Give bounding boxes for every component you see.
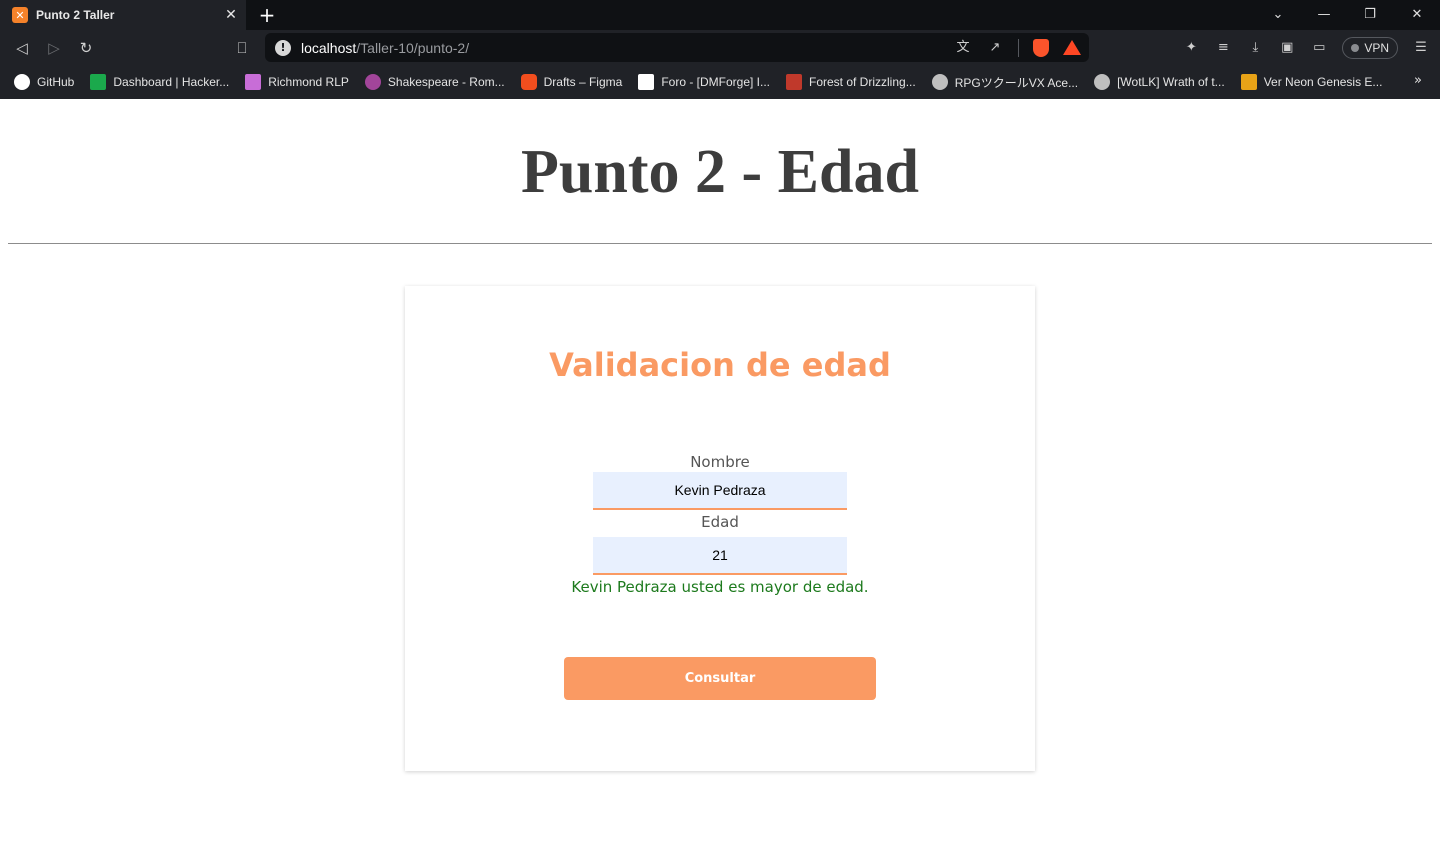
xampp-icon: ✕	[12, 7, 28, 23]
age-input[interactable]	[593, 537, 847, 575]
sidebar-icon[interactable]: ▣	[1278, 39, 1296, 57]
bookmark-item[interactable]: Ver Neon Genesis E...	[1240, 74, 1382, 90]
url-text[interactable]: localhost/Taller-10/punto-2/	[301, 40, 469, 56]
dmforge-icon	[638, 74, 655, 90]
restore-button[interactable]: ❐	[1347, 0, 1393, 30]
menu-icon[interactable]: ☰	[1412, 39, 1430, 57]
tab-title: Punto 2 Taller	[36, 8, 115, 22]
close-window-button[interactable]: ✕	[1394, 0, 1440, 30]
more-bookmarks-icon[interactable]: »	[1414, 73, 1422, 88]
result-message: Kevin Pedraza usted es mayor de edad.	[571, 578, 869, 596]
brave-shields-icon[interactable]	[1033, 38, 1049, 57]
consultar-button[interactable]: Consultar	[564, 657, 876, 700]
bookmark-item[interactable]: Foro - [DMForge] I...	[638, 74, 770, 90]
hackerrank-icon	[90, 74, 107, 90]
playlist-icon[interactable]: ≡	[1214, 39, 1232, 57]
tab-search-icon[interactable]: ⌄	[1255, 0, 1301, 30]
toolbar: ◁ ▷ ↻ ⎕ ! localhost/Taller-10/punto-2/ 文…	[0, 30, 1440, 65]
translate-icon[interactable]: 文	[954, 39, 972, 57]
download-icon[interactable]: ⤓	[1246, 39, 1264, 57]
figma-icon	[520, 74, 537, 90]
wallet-icon[interactable]: ▭	[1310, 39, 1328, 57]
forest-icon	[786, 74, 802, 90]
address-bar[interactable]: ! localhost/Taller-10/punto-2/ 文 ↗	[265, 33, 1089, 62]
name-input[interactable]	[593, 472, 847, 510]
name-label: Nombre	[690, 453, 750, 471]
bookmark-icon[interactable]: ⎕	[231, 37, 253, 59]
share-icon[interactable]: ↗	[986, 39, 1004, 57]
bookmark-item[interactable]: [WotLK] Wrath of t...	[1094, 74, 1225, 90]
bookmark-item[interactable]: Dashboard | Hacker...	[90, 74, 229, 90]
shakespeare-icon	[364, 74, 381, 90]
bookmark-item[interactable]: Forest of Drizzling...	[786, 74, 916, 90]
richmond-icon	[245, 74, 262, 90]
close-icon[interactable]: ✕	[222, 6, 240, 24]
back-button[interactable]: ◁	[11, 37, 33, 59]
vpn-status-icon	[1351, 43, 1360, 52]
bookmark-item[interactable]: Richmond RLP	[245, 74, 349, 90]
extensions-icon[interactable]: ✦	[1182, 39, 1200, 57]
bookmark-item[interactable]: GitHub	[14, 74, 74, 90]
vpn-label: VPN	[1364, 40, 1389, 55]
active-tab[interactable]: ✕ Punto 2 Taller ✕	[0, 0, 246, 30]
brave-rewards-icon[interactable]	[1063, 40, 1081, 55]
bookmark-item[interactable]: Shakespeare - Rom...	[364, 74, 505, 90]
page-content: Punto 2 - Edad Validacion de edad Nombre…	[0, 99, 1440, 861]
page-title: Punto 2 - Edad	[521, 138, 919, 206]
globe-icon	[1094, 74, 1111, 90]
bookmarks-bar: GitHub Dashboard | Hacker... Richmond RL…	[0, 65, 1440, 99]
animeflv-icon	[1240, 74, 1257, 90]
new-tab-button[interactable]: +	[256, 4, 278, 26]
info-icon[interactable]: !	[275, 39, 291, 56]
divider	[1018, 38, 1019, 57]
age-validation-card: Validacion de edad Nombre Edad Kevin Ped…	[405, 286, 1035, 771]
github-icon	[14, 74, 30, 90]
divider	[8, 243, 1432, 244]
reload-button[interactable]: ↻	[75, 37, 97, 59]
age-label: Edad	[701, 513, 739, 531]
browser-chrome: ✕ Punto 2 Taller ✕ + ⌄ — ❐ ✕ ◁ ▷ ↻ ⎕ ! l…	[0, 0, 1440, 99]
globe-icon	[931, 74, 948, 90]
forward-button[interactable]: ▷	[43, 37, 65, 59]
tab-strip: ✕ Punto 2 Taller ✕ + ⌄ — ❐ ✕	[0, 0, 1440, 30]
minimize-button[interactable]: —	[1301, 0, 1347, 30]
bookmark-item[interactable]: Drafts – Figma	[520, 74, 622, 90]
card-title: Validacion de edad	[549, 346, 891, 384]
bookmark-item[interactable]: RPGツクールVX Ace...	[931, 74, 1078, 91]
vpn-button[interactable]: VPN	[1342, 36, 1398, 59]
